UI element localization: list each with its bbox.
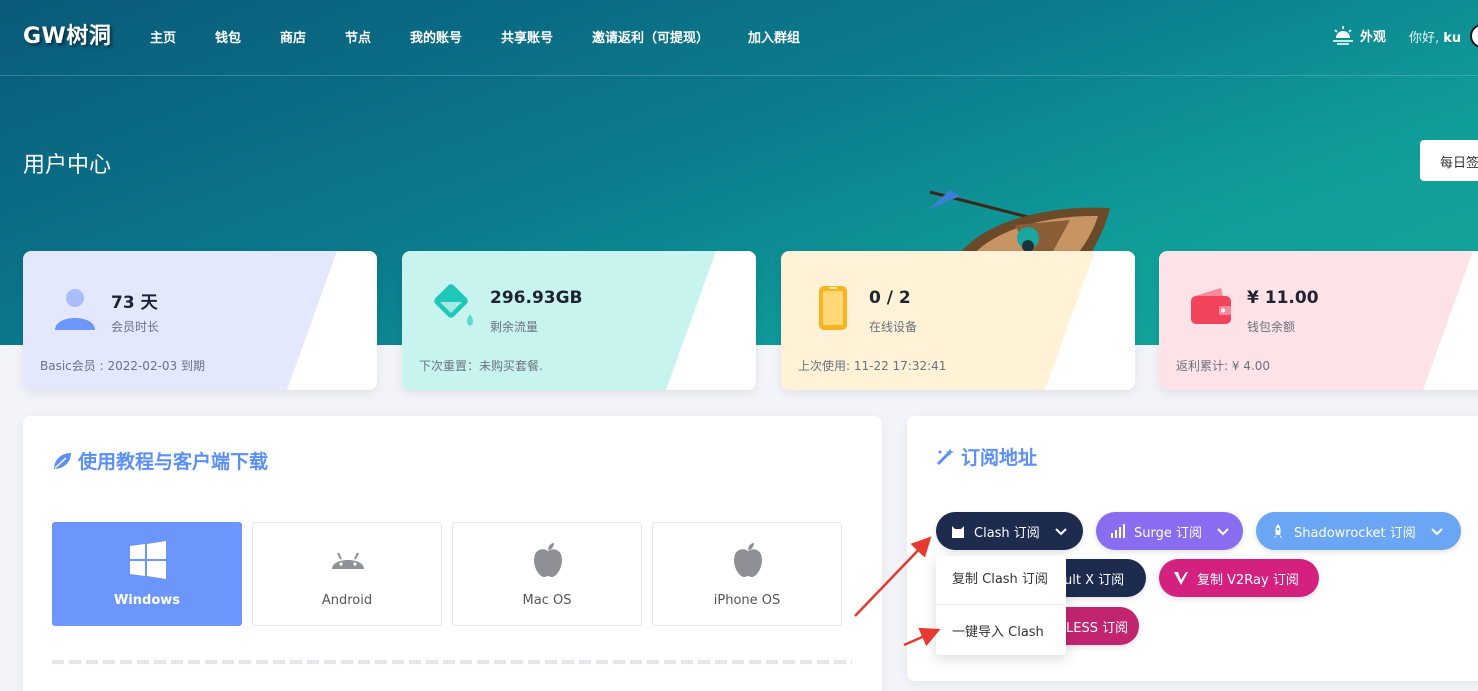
android-icon [332, 552, 364, 569]
magic-wand-icon [936, 447, 954, 465]
wallet-label: 钱包余额 [1247, 320, 1296, 334]
wallet-icon [1191, 288, 1231, 324]
copy-clash-subscription[interactable]: 复制 Clash 订阅 [952, 568, 1048, 587]
wallet-balance: ¥ 11.00 [1247, 288, 1319, 308]
greeting-prefix: 你好, [1409, 31, 1440, 46]
tutorial-title: 使用教程与客户端下载 [52, 447, 268, 474]
stat-card-traffic: 296.93GB 剩余流量 下次重置：未购买套餐. [402, 251, 756, 390]
tab-iphoneos-label: iPhone OS [713, 593, 781, 608]
nav-shop[interactable]: 商店 [280, 27, 306, 46]
traffic-reset: 下次重置：未购买套餐. [419, 359, 543, 373]
rocket-icon [1274, 524, 1282, 538]
tutorial-title-text: 使用教程与客户端下载 [78, 451, 269, 473]
membership-days: 73 天 [111, 293, 158, 313]
phone-icon [819, 286, 847, 330]
nav-invite-rebate[interactable]: 邀请返利（可提现） [592, 27, 709, 46]
avatar[interactable] [1470, 24, 1478, 48]
clash-subscribe-label: Clash 订阅 [974, 525, 1040, 541]
nav-nodes[interactable]: 节点 [345, 27, 371, 46]
divider [52, 660, 852, 664]
v2ray-icon [1174, 572, 1188, 585]
nav-my-account[interactable]: 我的账号 [410, 27, 462, 46]
online-devices: 0 / 2 [869, 288, 911, 308]
clash-subscribe-button[interactable]: Clash 订阅 [936, 512, 1083, 550]
tab-windows[interactable]: Windows [52, 522, 242, 626]
water-drop-icon [434, 284, 473, 326]
surge-subscribe-label: Surge 订阅 [1134, 525, 1202, 541]
v2ray-copy-button[interactable]: 复制 V2Ray 订阅 [1159, 559, 1319, 597]
chevron-down-icon [1431, 528, 1443, 536]
leaf-icon [54, 452, 71, 469]
tab-windows-label: Windows [113, 593, 181, 608]
nav-join-group[interactable]: 加入群组 [748, 27, 800, 46]
stat-card-membership: 73 天 会员时长 Basic会员 : 2022-02-03 到期 [23, 251, 377, 390]
dropdown-divider [936, 604, 1066, 605]
clash-dropdown-menu: 复制 Clash 订阅 一键导入 Clash [936, 556, 1066, 655]
devices-label: 在线设备 [869, 320, 918, 334]
membership-label: 会员时长 [111, 320, 160, 334]
username: ku [1443, 31, 1462, 46]
chevron-down-icon [1055, 528, 1067, 536]
page-title: 用户中心 [23, 153, 112, 178]
last-used: 上次使用: 11-22 17:32:41 [798, 359, 947, 373]
subscribe-title: 订阅地址 [935, 443, 1037, 470]
traffic-remaining: 296.93GB [490, 288, 583, 308]
vless-subscribe-label: LESS 订阅 [1066, 620, 1129, 636]
daily-checkin-button[interactable]: 每日签 [1420, 140, 1478, 181]
shadowrocket-subscribe-button[interactable]: Shadowrocket 订阅 [1256, 512, 1461, 550]
v2ray-copy-label: 复制 V2Ray 订阅 [1197, 572, 1299, 588]
tab-macos[interactable]: Mac OS [452, 522, 642, 626]
user-greeting[interactable]: 你好, ku [1409, 27, 1461, 46]
rebate-total: 返利累计: ¥ 4.00 [1176, 359, 1271, 373]
user-icon [55, 289, 95, 330]
site-logo[interactable]: GW树洞 [23, 18, 111, 50]
quantumult-subscribe-label: ult X 订阅 [1064, 572, 1125, 588]
apple-icon [734, 543, 762, 577]
apple-icon [534, 543, 562, 577]
tab-macos-label: Mac OS [522, 593, 572, 608]
nav-shared-account[interactable]: 共享账号 [501, 27, 553, 46]
traffic-label: 剩余流量 [490, 320, 539, 334]
nav-home[interactable]: 主页 [150, 27, 176, 46]
top-nav: GW树洞 主页 钱包 商店 节点 我的账号 共享账号 邀请返利（可提现） 加入群… [0, 0, 1478, 75]
membership-expiry: Basic会员 : 2022-02-03 到期 [40, 359, 205, 373]
windows-icon [130, 541, 166, 579]
sunrise-icon [1333, 26, 1353, 45]
surge-bars-icon [1111, 524, 1125, 538]
surge-subscribe-button[interactable]: Surge 订阅 [1096, 512, 1243, 550]
tab-android[interactable]: Android [252, 522, 442, 626]
stat-card-devices: 0 / 2 在线设备 上次使用: 11-22 17:32:41 [781, 251, 1135, 390]
appearance-toggle[interactable]: 外观 [1332, 25, 1386, 45]
clash-cat-icon [952, 526, 964, 538]
one-click-import-clash[interactable]: 一键导入 Clash [952, 621, 1044, 640]
nav-wallet[interactable]: 钱包 [215, 27, 241, 46]
tab-android-label: Android [321, 593, 373, 608]
tab-iphoneos[interactable]: iPhone OS [652, 522, 842, 626]
subscribe-title-text: 订阅地址 [961, 447, 1038, 469]
appearance-label: 外观 [1360, 29, 1387, 45]
chevron-down-icon [1217, 528, 1229, 536]
shadowrocket-subscribe-label: Shadowrocket 订阅 [1294, 525, 1416, 541]
stat-card-wallet: ¥ 11.00 钱包余额 返利累计: ¥ 4.00 [1159, 251, 1478, 390]
